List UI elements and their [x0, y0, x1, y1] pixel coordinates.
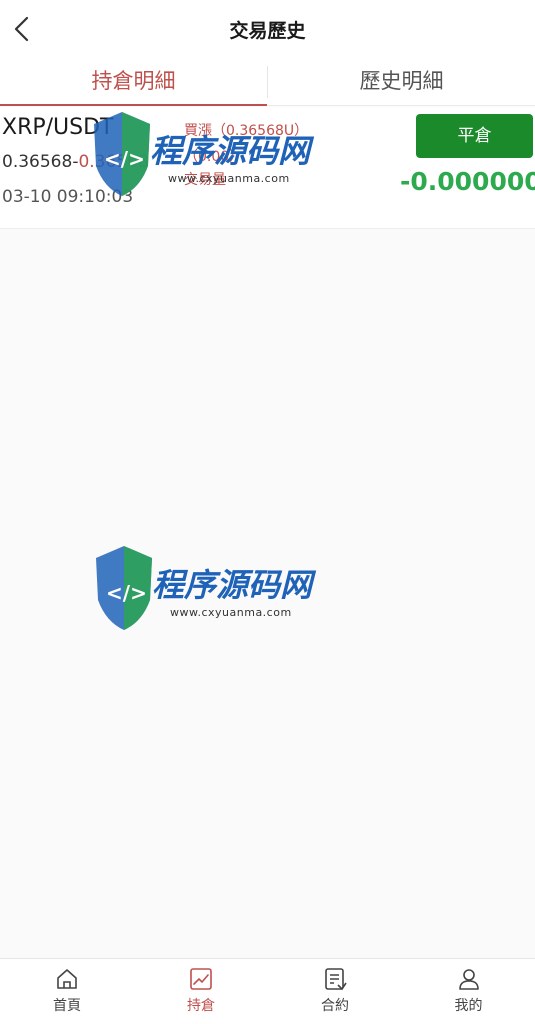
bottom-nav: 首頁 持倉 合約 我的 [0, 958, 535, 1024]
watermark-text: 程序源码网 [152, 566, 313, 604]
position-pnl: -0.000000 [400, 167, 535, 196]
tab-bar: 持倉明細 歷史明細 [0, 58, 535, 106]
nav-contracts[interactable]: 合約 [268, 959, 402, 1024]
position-open-time: 03-10 09:10:03 [2, 187, 134, 207]
nav-contracts-label: 合約 [321, 998, 349, 1014]
user-icon [458, 969, 479, 990]
position-volume-label: 交易量 [184, 172, 226, 188]
position-amount: （0.00） [184, 149, 244, 165]
nav-positions[interactable]: 持倉 [134, 959, 268, 1024]
tab-history[interactable]: 歷史明細 [268, 58, 535, 106]
page-title: 交易歷史 [229, 20, 306, 42]
nav-home[interactable]: 首頁 [0, 959, 134, 1024]
svg-text:</>: </> [106, 581, 147, 605]
price-range: 0.36568-0.36568 [2, 152, 149, 172]
nav-profile-label: 我的 [454, 998, 483, 1014]
position-symbol: XRP/USDT [2, 115, 114, 140]
nav-profile[interactable]: 我的 [402, 959, 535, 1024]
price-open: 0.36568 [2, 152, 73, 172]
contract-icon [325, 968, 347, 991]
nav-home-label: 首頁 [53, 998, 81, 1014]
nav-positions-label: 持倉 [187, 998, 215, 1014]
header: 交易歷史 [0, 0, 535, 58]
tab-positions[interactable]: 持倉明細 [0, 58, 267, 106]
home-icon [57, 969, 77, 989]
position-direction: 買漲（0.36568U） [184, 123, 309, 139]
price-current: 0.36568 [78, 152, 149, 172]
watermark-middle: </> 程序源码网 www.cxyuanma.com [92, 538, 322, 648]
watermark-url: www.cxyuanma.com [170, 606, 292, 619]
chart-icon [190, 968, 212, 990]
watermark-shield-icon: </> [96, 546, 152, 630]
position-card: XRP/USDT 買漲（0.36568U） 0.36568-0.36568 （0… [0, 107, 535, 229]
close-position-button[interactable]: 平倉 [416, 114, 533, 158]
